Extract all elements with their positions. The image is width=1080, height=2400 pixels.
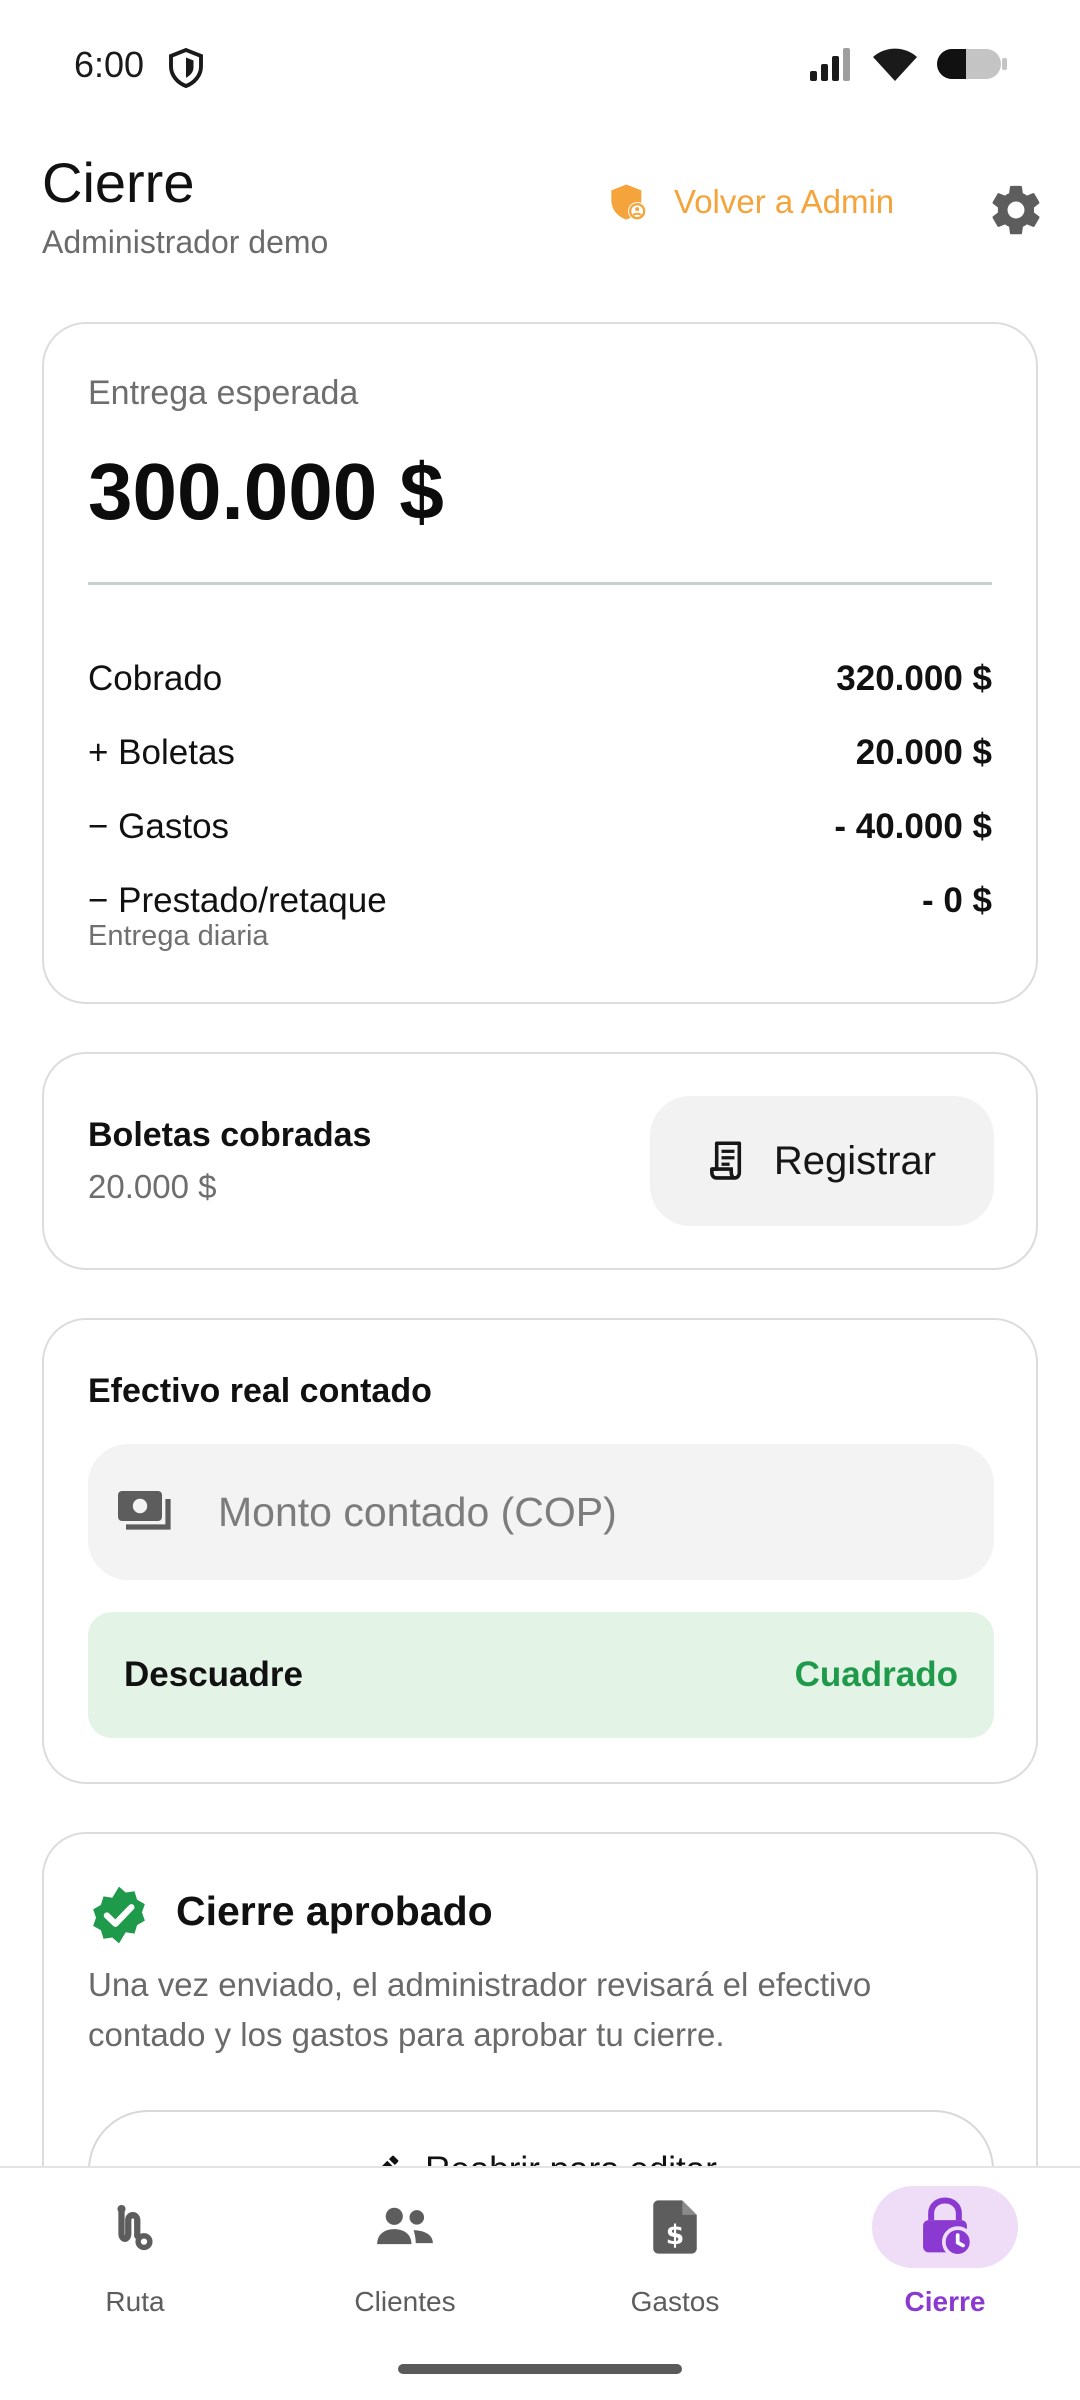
boletas-title: Boletas cobradas (88, 1116, 372, 1154)
settings-button[interactable] (984, 178, 1048, 242)
nav-icon-container-active (872, 2186, 1018, 2268)
status-bar: 6:00 (0, 0, 1080, 130)
back-to-admin-button[interactable]: Volver a Admin (608, 182, 894, 222)
admin-shield-icon (611, 184, 647, 221)
home-indicator[interactable] (398, 2364, 682, 2374)
expected-delivery-amount: 300.000 $ (88, 447, 444, 536)
wifi-icon (873, 48, 917, 81)
status-icons (810, 46, 1008, 82)
page-title: Cierre (42, 151, 195, 214)
summary-row-gastos: − Gastos - 40.000 $ (88, 802, 992, 852)
counted-amount-input[interactable]: Monto contado (COP) (88, 1444, 994, 1580)
register-label: Registrar (773, 1138, 937, 1183)
summary-row-value: - 0 $ (921, 881, 992, 920)
status-time: 6:00 (74, 44, 145, 85)
receipt-icon (709, 1141, 741, 1180)
summary-row-label: − Gastos (88, 807, 230, 846)
back-to-admin-label: Volver a Admin (674, 183, 895, 220)
nav-label: Ruta (105, 2286, 165, 2317)
battery-icon (937, 49, 1007, 79)
nav-item-gastos[interactable]: $ Gastos (540, 2186, 810, 2336)
expense-doc-icon: $ (653, 2200, 697, 2254)
svg-text:$: $ (666, 2220, 685, 2251)
summary-row-value: - 40.000 $ (834, 807, 992, 846)
cash-count-title: Efectivo real contado (88, 1372, 432, 1410)
nav-item-clientes[interactable]: Clientes (270, 2186, 540, 2336)
summary-row-boletas: + Boletas 20.000 $ (88, 728, 992, 778)
balance-label: Descuadre (124, 1655, 303, 1694)
app-header: Cierre Administrador demo Volver a Admin (0, 140, 1080, 270)
cierre-screen: 6:00 Cierre Administrador demo Volver a … (0, 0, 1080, 2400)
cash-count-card: Efectivo real contado Monto contado (COP… (42, 1318, 1038, 1784)
nav-item-cierre[interactable]: Cierre (810, 2186, 1080, 2336)
signal-icon (810, 48, 850, 81)
summary-row-prestado: − Prestado/retaque - 0 $ (88, 876, 992, 926)
nav-label: Clientes (354, 2286, 456, 2317)
nav-item-ruta[interactable]: Ruta (0, 2186, 270, 2336)
summary-row-label: + Boletas (88, 733, 235, 772)
daily-delivery-note: Entrega diaria (88, 920, 269, 952)
nav-icon-container (62, 2186, 208, 2268)
closing-approved-description: Una vez enviado, el administrador revisa… (88, 1966, 872, 2053)
summary-row-cobrado: Cobrado 320.000 $ (88, 654, 992, 704)
gear-icon (992, 185, 1040, 235)
boletas-value: 20.000 $ (88, 1168, 217, 1205)
expected-delivery-label: Entrega esperada (88, 374, 359, 412)
summary-row-label: Cobrado (88, 659, 223, 698)
cash-icon (118, 1491, 171, 1530)
lock-clock-icon (923, 2197, 973, 2257)
expected-delivery-card: Entrega esperada 300.000 $ Cobrado 320.0… (42, 322, 1038, 1004)
summary-row-value: 320.000 $ (836, 659, 992, 698)
shield-icon (169, 48, 203, 88)
counted-amount-placeholder: Monto contado (COP) (218, 1488, 617, 1535)
page-subtitle: Administrador demo (42, 224, 329, 260)
people-icon (377, 2207, 433, 2245)
summary-row-label: − Prestado/retaque (88, 881, 387, 920)
summary-row-value: 20.000 $ (855, 733, 992, 772)
balance-status: Cuadrado (794, 1655, 958, 1694)
verified-badge-icon (93, 1886, 145, 1944)
summary-divider (88, 582, 992, 585)
boletas-card: Boletas cobradas 20.000 $ Registrar (42, 1052, 1038, 1270)
balance-status-bar: Descuadre Cuadrado (88, 1612, 994, 1738)
nav-icon-container (332, 2186, 478, 2268)
nav-label: Gastos (630, 2286, 720, 2317)
nav-label: Cierre (904, 2286, 986, 2317)
register-boleta-button[interactable]: Registrar (650, 1096, 994, 1226)
route-icon (117, 2204, 153, 2251)
closing-approved-title: Cierre aprobado (176, 1888, 493, 1934)
nav-icon-container: $ (602, 2186, 748, 2268)
